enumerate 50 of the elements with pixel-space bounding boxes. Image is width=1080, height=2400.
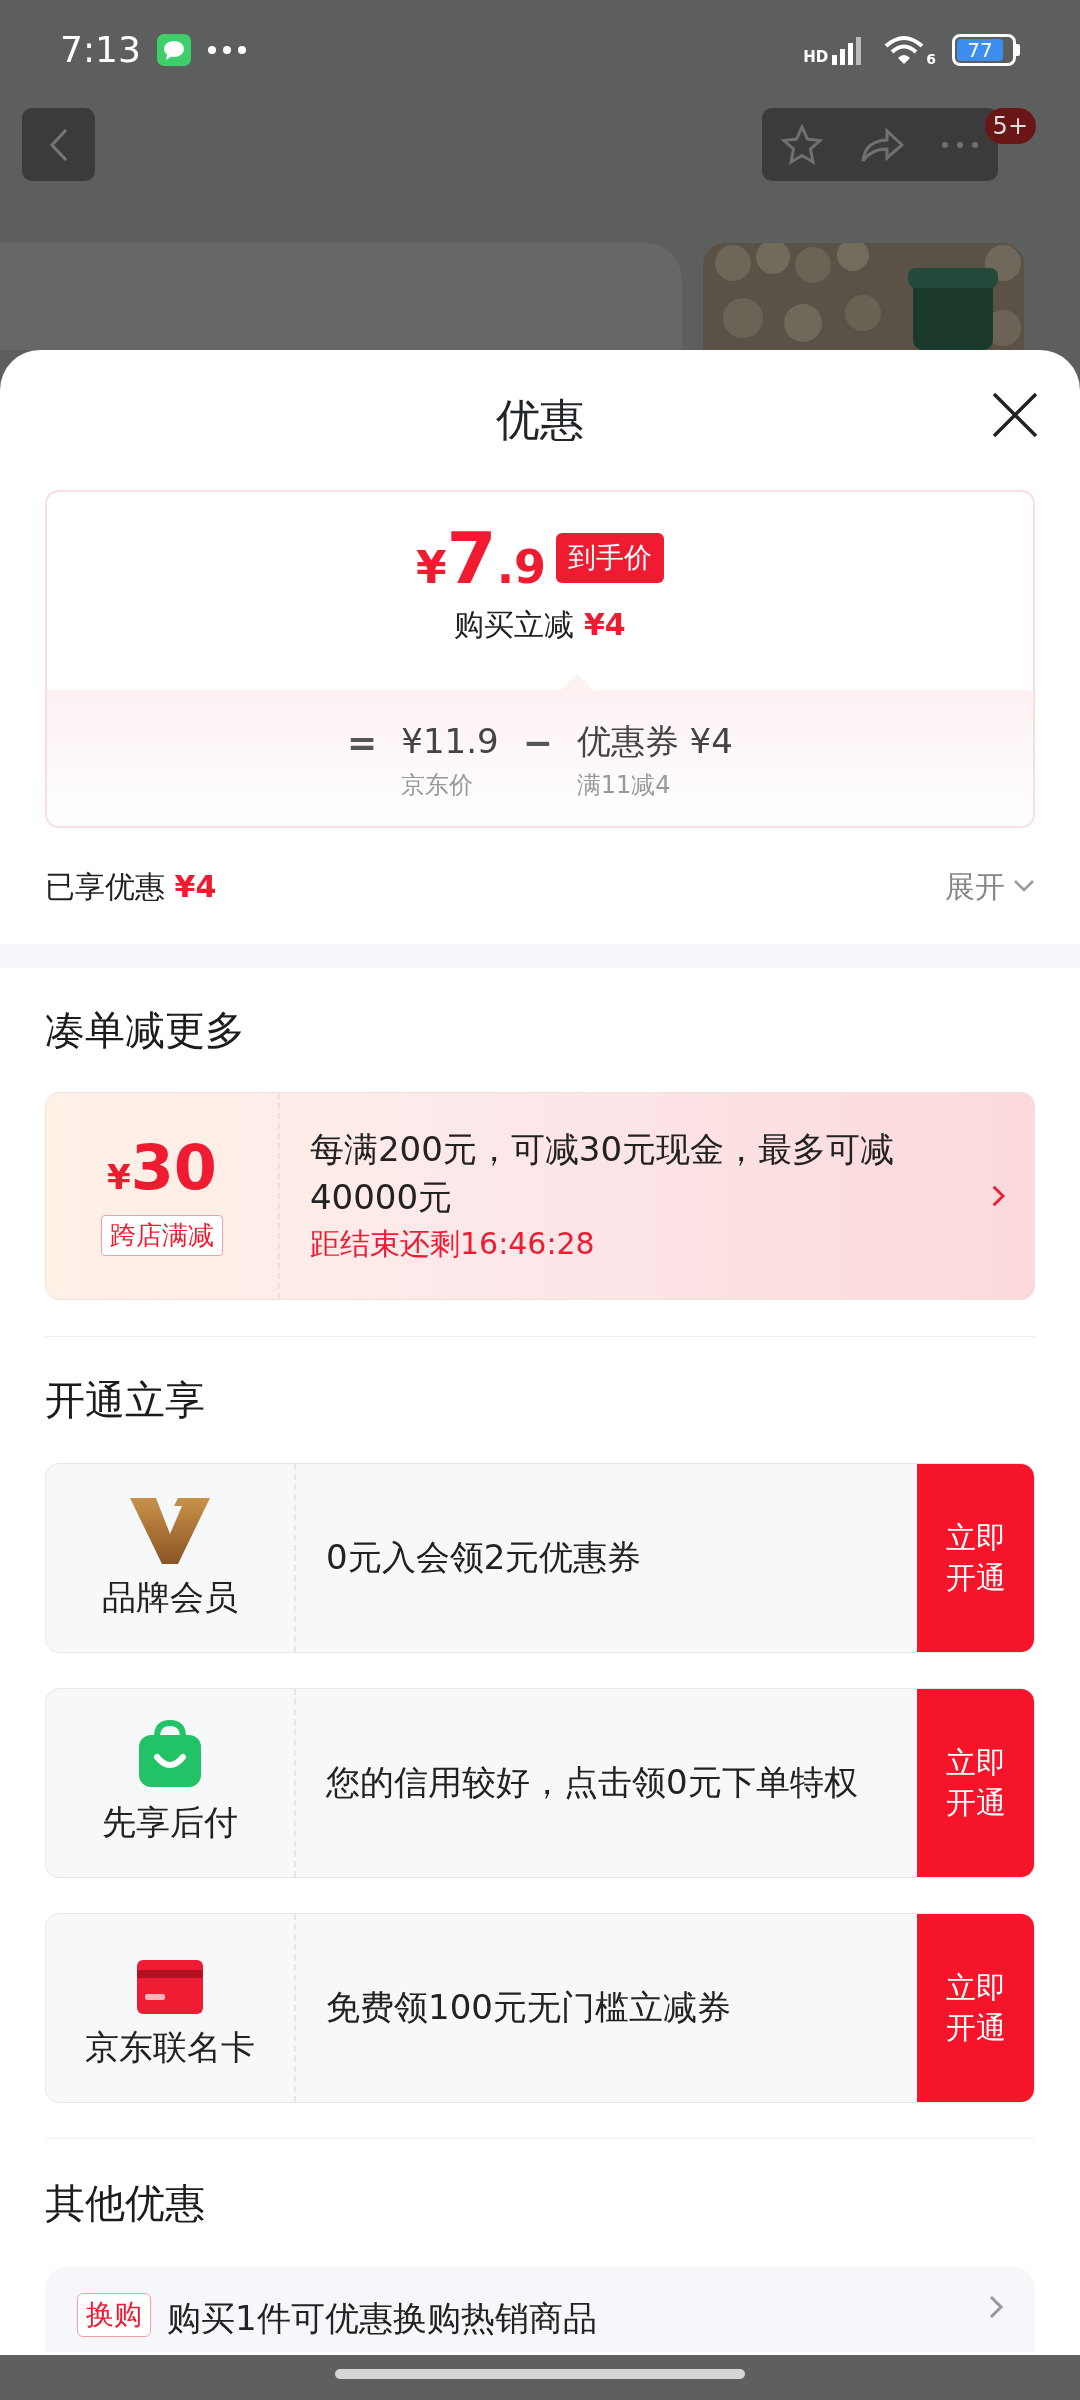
benefit-name: 先享后付 <box>102 1800 238 1844</box>
more-icon <box>206 45 247 55</box>
operator-sign: = <box>347 721 378 765</box>
benefit-name: 品牌会员 <box>102 1575 238 1619</box>
operator-sign: − <box>522 721 553 765</box>
benefit-description: 0元入会领2元优惠券 <box>325 1536 643 1580</box>
price-term-label: 京东价 <box>401 770 474 801</box>
offer-tag: 换购 <box>77 2293 151 2337</box>
back-button[interactable] <box>22 108 95 181</box>
expand-button[interactable]: 展开 <box>945 863 1035 909</box>
chevron-down-icon <box>1013 879 1035 893</box>
battery-level: 77 <box>957 39 1003 61</box>
v-logo-icon <box>130 1497 210 1564</box>
coupon-description: 每满200元，可减30元现金，最多可减40000元 <box>309 1127 896 1219</box>
activate-button[interactable]: 立即开通 <box>917 1464 1034 1652</box>
activate-button[interactable]: 立即开通 <box>917 1914 1034 2102</box>
benefit-description: 您的信用较好，点击领0元下单特权 <box>325 1761 859 1805</box>
message-icon <box>156 34 191 66</box>
shopping-bag-icon <box>137 1718 203 1789</box>
share-icon[interactable] <box>859 126 905 163</box>
price-tag: 到手价 <box>556 533 665 583</box>
instant-discount-text: 购买立减 ¥4 <box>453 606 627 644</box>
star-icon[interactable] <box>779 123 824 166</box>
coupon-tag: 跨店满减 <box>100 1214 223 1256</box>
benefit-description: 免费领100元无门槛立减券 <box>325 1986 732 2030</box>
final-price: ¥7.9 <box>415 522 547 594</box>
offer-text: 购买1件可优惠换购热销商品 <box>167 2297 598 2340</box>
benefit-name: 京东联名卡 <box>85 2025 255 2069</box>
notification-badge: 5+ <box>984 108 1036 144</box>
enjoyed-discount-text: 已享优惠 ¥4 <box>45 867 217 906</box>
section-heading: 开通立享 <box>45 1376 205 1424</box>
close-button[interactable] <box>990 390 1040 440</box>
coupon-amount: ¥30 <box>107 1136 217 1199</box>
section-heading: 其他优惠 <box>45 2179 205 2227</box>
status-time: 7:13 <box>60 28 141 72</box>
countdown-text: 距结束还剩16:46:28 <box>309 1225 596 1264</box>
bank-card-icon <box>137 1959 203 2014</box>
price-term: 优惠券 ¥4 <box>576 720 733 763</box>
more-icon[interactable] <box>940 140 981 149</box>
offer-row[interactable]: 换购 购买1件可优惠换购热销商品 <box>45 2267 1035 2352</box>
price-term: ¥11.9 <box>401 720 499 763</box>
sheet-title: 优惠 <box>496 393 584 447</box>
activate-button[interactable]: 立即开通 <box>917 1689 1034 1877</box>
wifi-label: 6 <box>926 52 936 66</box>
network-label: HD <box>803 50 829 65</box>
chevron-right-icon <box>987 2293 1005 2321</box>
chevron-left-icon <box>48 127 69 162</box>
coupon-card[interactable]: ¥30 跨店满减 每满200元，可减30元现金，最多可减40000元 距结束还剩16:46:28 <box>45 1092 1035 1300</box>
price-term-label: 满11减4 <box>576 770 671 801</box>
section-heading: 凑单减更多 <box>45 1006 245 1054</box>
